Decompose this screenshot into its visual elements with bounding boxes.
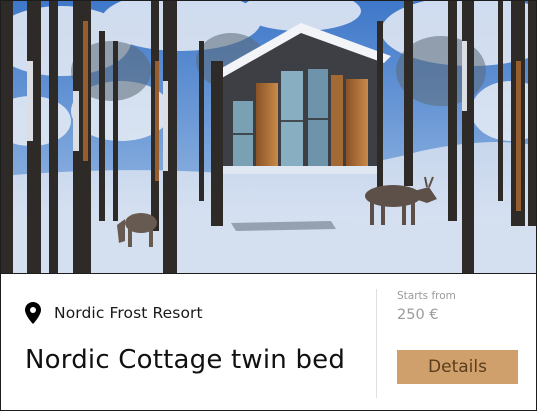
divider	[376, 289, 377, 398]
hotel-photo	[1, 1, 536, 273]
location: Nordic Frost Resort	[25, 302, 203, 324]
card-info: Nordic Frost Resort Nordic Cottage twin …	[1, 273, 536, 410]
location-name: Nordic Frost Resort	[54, 304, 203, 322]
price-caption: Starts from	[397, 290, 456, 302]
details-button[interactable]: Details	[397, 350, 518, 384]
location-pin-icon	[25, 302, 41, 324]
room-title: Nordic Cottage twin bed	[25, 345, 346, 375]
hotel-card: Nordic Frost Resort Nordic Cottage twin …	[0, 0, 537, 411]
price-value: 250 €	[397, 307, 439, 323]
